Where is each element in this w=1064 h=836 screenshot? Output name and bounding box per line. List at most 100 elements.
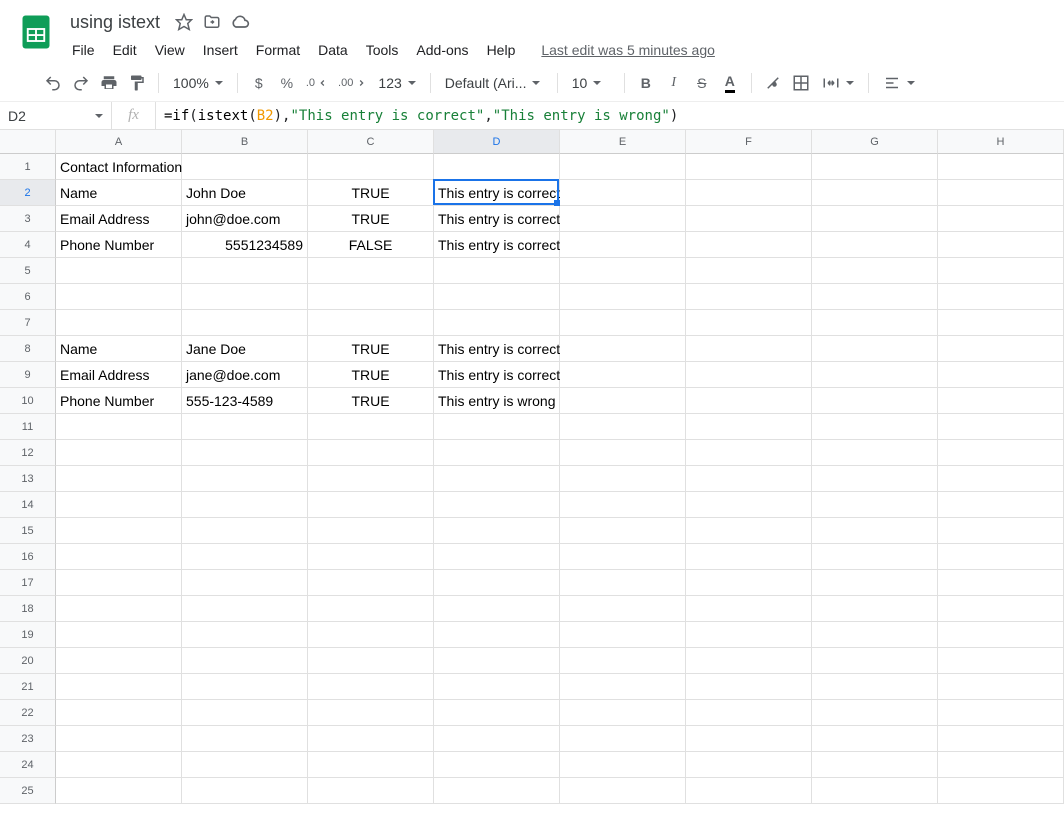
row-header[interactable]: 23 (0, 726, 56, 752)
cell[interactable] (686, 778, 812, 804)
column-header[interactable]: D (434, 130, 560, 154)
cell[interactable] (938, 284, 1064, 310)
redo-button[interactable] (68, 70, 94, 96)
decrease-decimal-button[interactable]: .0 (302, 70, 332, 96)
row-header[interactable]: 12 (0, 440, 56, 466)
zoom-dropdown[interactable]: 100% (167, 70, 229, 96)
cell[interactable] (686, 232, 812, 258)
cell[interactable] (434, 570, 560, 596)
bold-button[interactable]: B (633, 70, 659, 96)
cell[interactable] (938, 154, 1064, 180)
cell[interactable]: jane@doe.com (182, 362, 308, 388)
row-header[interactable]: 15 (0, 518, 56, 544)
cell[interactable] (182, 284, 308, 310)
cell[interactable] (308, 414, 434, 440)
cell[interactable] (56, 570, 182, 596)
cell[interactable] (182, 648, 308, 674)
cell[interactable] (182, 622, 308, 648)
cell[interactable] (560, 206, 686, 232)
cell[interactable] (56, 284, 182, 310)
cell[interactable] (560, 570, 686, 596)
cell[interactable] (812, 700, 938, 726)
cell[interactable] (560, 440, 686, 466)
cell[interactable]: This entry is correct (434, 206, 560, 232)
cell[interactable] (308, 752, 434, 778)
cell[interactable] (308, 310, 434, 336)
cell[interactable] (56, 310, 182, 336)
cell[interactable] (308, 466, 434, 492)
text-color-button[interactable]: A (717, 70, 743, 96)
cell[interactable] (938, 440, 1064, 466)
cell[interactable] (434, 544, 560, 570)
cell[interactable]: This entry is correct (434, 232, 560, 258)
cell[interactable]: TRUE (308, 180, 434, 206)
cell[interactable] (434, 492, 560, 518)
cell[interactable] (560, 388, 686, 414)
menu-edit[interactable]: Edit (105, 38, 145, 62)
cell[interactable] (182, 544, 308, 570)
row-header[interactable]: 22 (0, 700, 56, 726)
row-header[interactable]: 9 (0, 362, 56, 388)
cell[interactable] (938, 570, 1064, 596)
cell[interactable] (56, 544, 182, 570)
cell[interactable] (938, 518, 1064, 544)
cell[interactable] (182, 518, 308, 544)
cell[interactable] (308, 570, 434, 596)
cell[interactable] (686, 648, 812, 674)
cell[interactable] (560, 700, 686, 726)
borders-button[interactable] (788, 70, 814, 96)
cell[interactable] (812, 440, 938, 466)
cell[interactable] (686, 466, 812, 492)
cell[interactable] (434, 414, 560, 440)
cell[interactable] (434, 518, 560, 544)
undo-button[interactable] (40, 70, 66, 96)
cell[interactable] (812, 388, 938, 414)
cell[interactable] (938, 752, 1064, 778)
cell[interactable] (182, 778, 308, 804)
cell[interactable] (308, 700, 434, 726)
row-header[interactable]: 24 (0, 752, 56, 778)
cell[interactable] (56, 752, 182, 778)
cell[interactable]: TRUE (308, 388, 434, 414)
cell[interactable] (560, 752, 686, 778)
cell[interactable] (686, 492, 812, 518)
cell[interactable] (938, 492, 1064, 518)
number-format-dropdown[interactable]: 123 (372, 70, 421, 96)
font-family-dropdown[interactable]: Default (Ari... (439, 70, 549, 96)
cell[interactable] (686, 622, 812, 648)
row-header[interactable]: 5 (0, 258, 56, 284)
cell[interactable] (560, 154, 686, 180)
row-header[interactable]: 18 (0, 596, 56, 622)
cell[interactable] (812, 154, 938, 180)
row-header[interactable]: 4 (0, 232, 56, 258)
cell[interactable]: Contact Information (56, 154, 182, 180)
print-button[interactable] (96, 70, 122, 96)
cell[interactable] (686, 570, 812, 596)
row-header[interactable]: 20 (0, 648, 56, 674)
cell[interactable] (938, 232, 1064, 258)
cell[interactable] (182, 596, 308, 622)
cell[interactable] (56, 518, 182, 544)
cell[interactable]: Phone Number (56, 232, 182, 258)
star-icon[interactable] (174, 12, 194, 32)
column-header[interactable]: H (938, 130, 1064, 154)
cell[interactable]: Email Address (56, 206, 182, 232)
cell[interactable] (812, 414, 938, 440)
menu-file[interactable]: File (64, 38, 103, 62)
cell[interactable] (434, 466, 560, 492)
cell[interactable] (938, 648, 1064, 674)
cell[interactable] (434, 440, 560, 466)
font-size-dropdown[interactable]: 10 (566, 70, 616, 96)
cell[interactable]: TRUE (308, 362, 434, 388)
cell[interactable] (308, 544, 434, 570)
cell[interactable] (434, 258, 560, 284)
row-header[interactable]: 10 (0, 388, 56, 414)
cell[interactable] (308, 648, 434, 674)
cell[interactable] (812, 232, 938, 258)
cell[interactable] (686, 388, 812, 414)
select-all-corner[interactable] (0, 130, 56, 154)
cell[interactable] (308, 622, 434, 648)
cell[interactable] (812, 622, 938, 648)
fill-color-button[interactable] (760, 70, 786, 96)
move-icon[interactable] (202, 12, 222, 32)
